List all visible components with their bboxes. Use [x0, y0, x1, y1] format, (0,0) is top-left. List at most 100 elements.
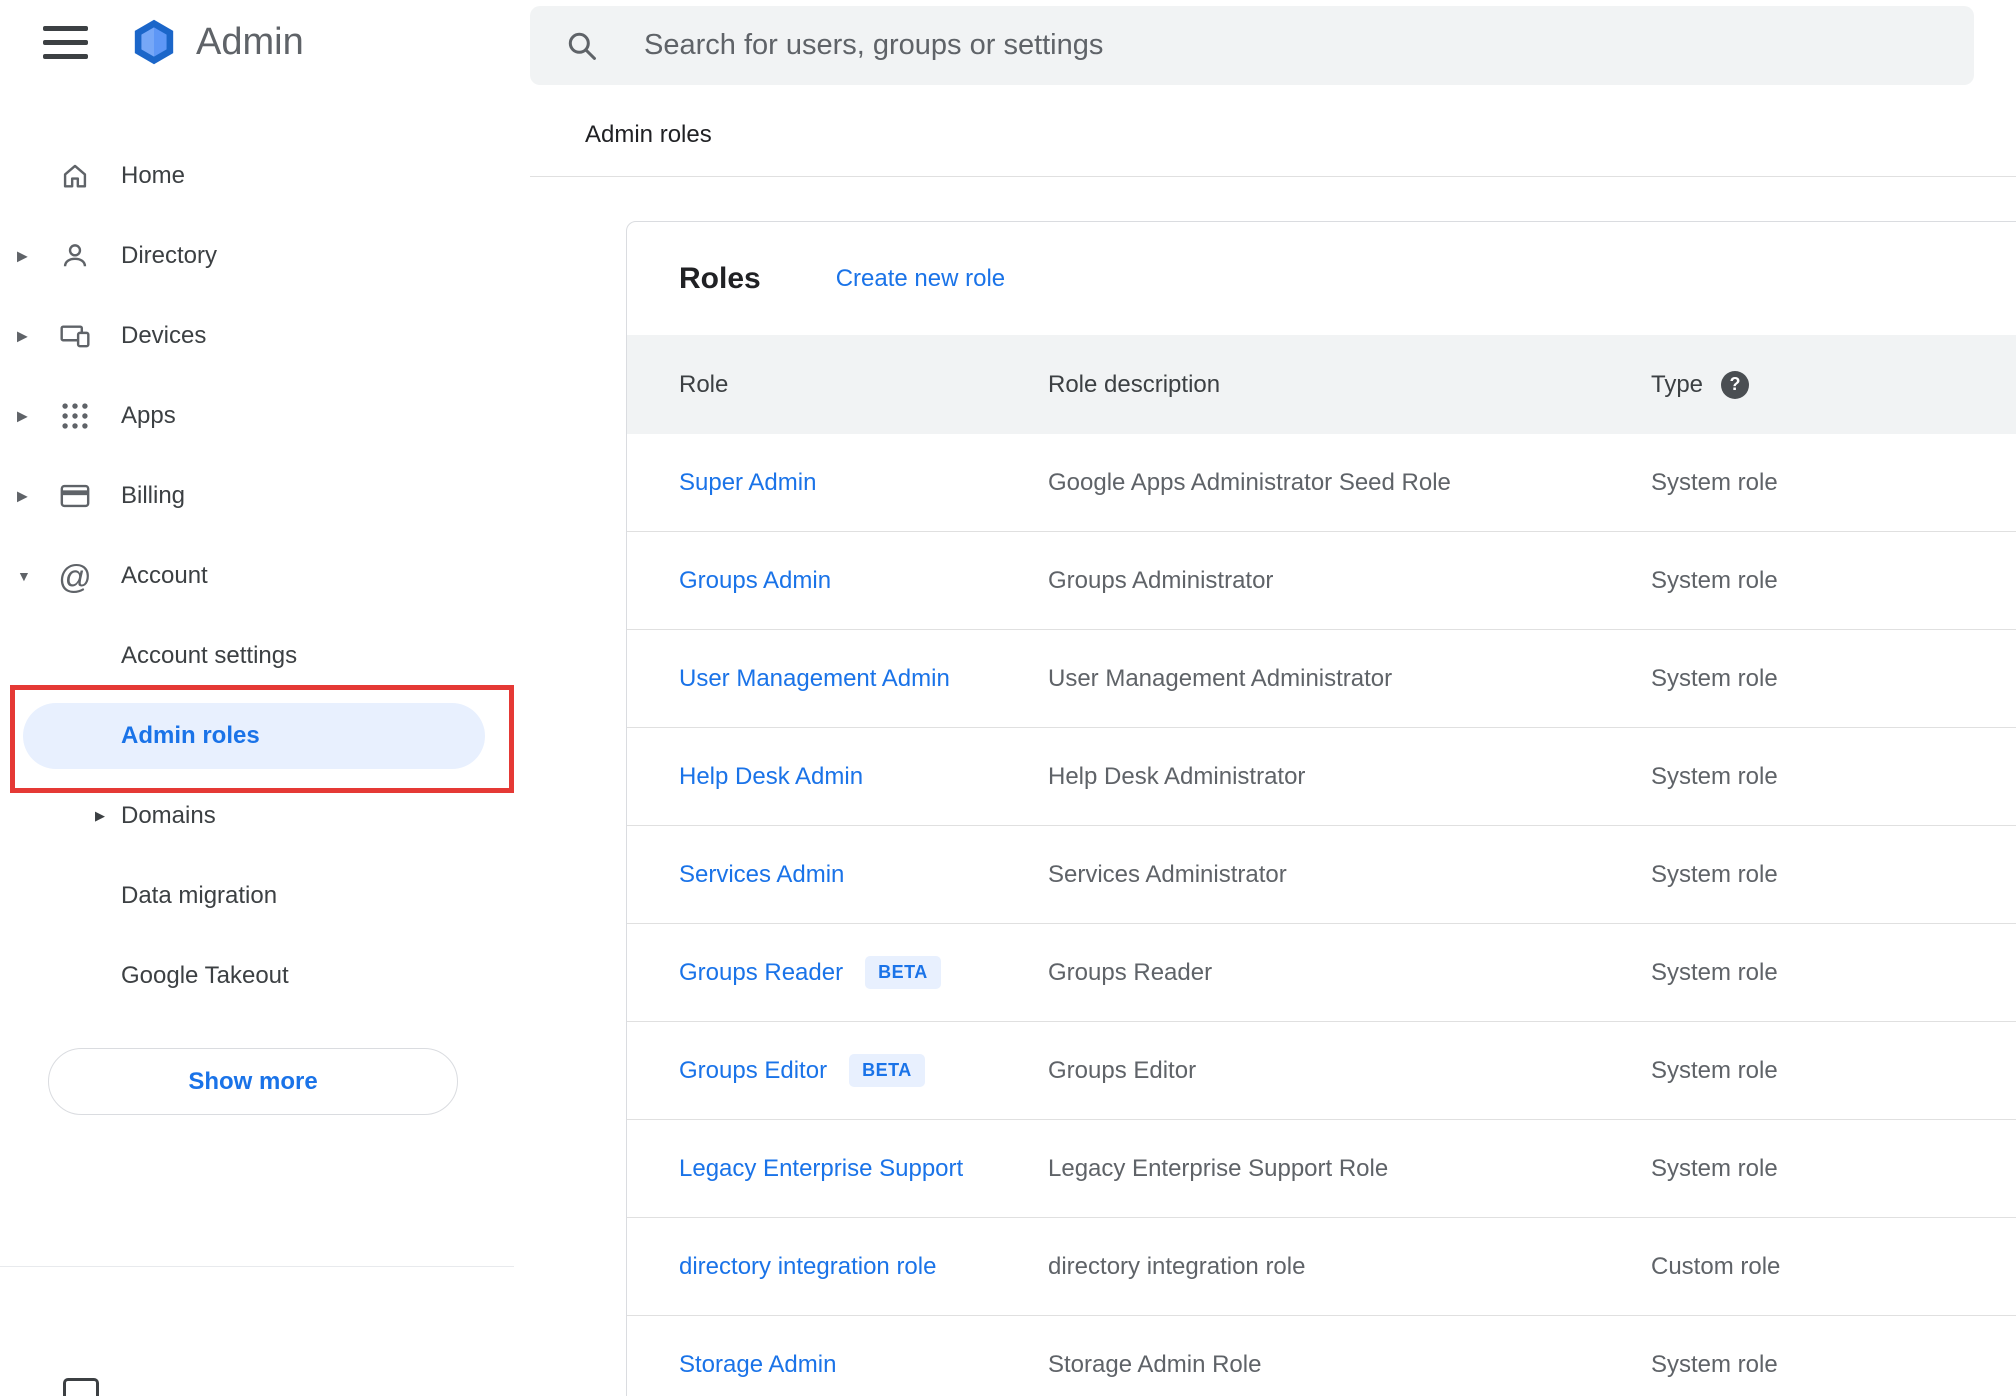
- chevron-right-icon[interactable]: ▶: [17, 408, 28, 425]
- sidebar-item-label: Google Takeout: [121, 962, 289, 989]
- sidebar-item-home[interactable]: Home: [0, 136, 514, 216]
- card-title: Roles: [679, 261, 761, 295]
- chevron-right-icon[interactable]: ▶: [95, 808, 105, 824]
- menu-icon[interactable]: [43, 25, 88, 59]
- role-description: Groups Editor: [1048, 1056, 1197, 1084]
- sidebar-item-account-settings[interactable]: Account settings: [0, 616, 514, 696]
- search-input[interactable]: [642, 28, 1974, 63]
- role-cell: User Management Admin: [679, 665, 1048, 693]
- at-icon: @: [58, 557, 92, 595]
- create-new-role-link[interactable]: Create new role: [836, 265, 1005, 293]
- role-link[interactable]: Help Desk Admin: [679, 763, 863, 791]
- role-type: System role: [1651, 958, 1778, 986]
- sidebar-item-apps[interactable]: ▶ Apps: [0, 376, 514, 456]
- sidebar-item-domains[interactable]: ▶ Domains: [0, 776, 514, 856]
- main-content: Admin roles Roles Create new role Role R…: [514, 0, 2016, 1396]
- chevron-right-icon[interactable]: ▶: [17, 328, 28, 345]
- sidebar-item-directory[interactable]: ▶ Directory: [0, 216, 514, 296]
- show-more-button[interactable]: Show more: [48, 1048, 458, 1115]
- table-header: Role Role description Type ?: [627, 335, 2016, 434]
- sidebar-item-label: Data migration: [121, 882, 278, 909]
- sidebar-nav: Home ▶ Directory ▶ Devices ▶ Apps ▶ Bill…: [0, 136, 514, 1016]
- role-type: System role: [1651, 664, 1778, 692]
- role-cell: Services Admin: [679, 861, 1048, 889]
- sidebar-item-account[interactable]: ▼ @ Account: [0, 536, 514, 616]
- role-description: Services Administrator: [1048, 860, 1287, 888]
- breadcrumb: Admin roles: [585, 121, 712, 148]
- role-description: Groups Reader: [1048, 958, 1213, 986]
- column-header-type: Type ?: [1651, 370, 2016, 399]
- role-cell: directory integration role: [679, 1253, 1048, 1281]
- sidebar-item-label: Account settings: [121, 642, 298, 669]
- page: Admin Home ▶ Directory ▶ Devices ▶ Apps …: [0, 0, 2016, 1396]
- role-link[interactable]: User Management Admin: [679, 665, 950, 693]
- card-header: Roles Create new role: [627, 222, 2016, 335]
- role-link[interactable]: Storage Admin: [679, 1351, 836, 1379]
- sidebar-header: Admin: [0, 0, 304, 84]
- search-bar[interactable]: [530, 6, 1974, 85]
- sidebar-item-label: Domains: [121, 802, 216, 829]
- role-link[interactable]: Groups Admin: [679, 567, 831, 595]
- role-description: Storage Admin Role: [1048, 1350, 1262, 1378]
- bottom-partial-icon[interactable]: [63, 1378, 99, 1396]
- app-title: Admin: [196, 20, 304, 63]
- role-cell: Help Desk Admin: [679, 763, 1048, 791]
- role-description: User Management Administrator: [1048, 664, 1393, 692]
- sidebar-item-devices[interactable]: ▶ Devices: [0, 296, 514, 376]
- search-icon: [564, 28, 600, 64]
- table-row: Legacy Enterprise Support Legacy Enterpr…: [627, 1120, 2016, 1218]
- table-row: Super Admin Google Apps Administrator Se…: [627, 434, 2016, 532]
- apps-grid-icon: [56, 397, 94, 435]
- role-link[interactable]: Legacy Enterprise Support: [679, 1155, 963, 1183]
- role-cell: Storage Admin: [679, 1351, 1048, 1379]
- role-cell: Super Admin: [679, 469, 1048, 497]
- sidebar-item-data-migration[interactable]: Data migration: [0, 856, 514, 936]
- menu-bar: [43, 53, 88, 59]
- role-type: System role: [1651, 566, 1778, 594]
- sidebar-item-label: Home: [121, 162, 186, 189]
- table-row: directory integration role directory int…: [627, 1218, 2016, 1316]
- admin-logo-icon[interactable]: [128, 16, 180, 68]
- table-row: Services Admin Services Administrator Sy…: [627, 826, 2016, 924]
- sidebar-item-billing[interactable]: ▶ Billing: [0, 456, 514, 536]
- roles-table-body: Super Admin Google Apps Administrator Se…: [627, 434, 2016, 1396]
- role-type: System role: [1651, 1350, 1778, 1378]
- role-type: System role: [1651, 1154, 1778, 1182]
- table-row: User Management Admin User Management Ad…: [627, 630, 2016, 728]
- chevron-right-icon[interactable]: ▶: [17, 488, 28, 505]
- column-header-description: Role description: [1048, 370, 1221, 398]
- sidebar-item-label: Directory: [121, 242, 218, 269]
- sidebar-item-label: Billing: [121, 482, 186, 509]
- beta-badge: BETA: [865, 956, 941, 989]
- column-header-type-label: Type: [1651, 370, 1704, 398]
- role-cell: Groups Admin: [679, 567, 1048, 595]
- chevron-down-icon[interactable]: ▼: [17, 568, 31, 584]
- table-row: Help Desk Admin Help Desk Administrator …: [627, 728, 2016, 826]
- role-description: Help Desk Administrator: [1048, 762, 1306, 790]
- role-description: Legacy Enterprise Support Role: [1048, 1154, 1389, 1182]
- chevron-right-icon[interactable]: ▶: [17, 248, 28, 265]
- devices-icon: [56, 317, 94, 355]
- sidebar-item-google-takeout[interactable]: Google Takeout: [0, 936, 514, 1016]
- sidebar: Admin Home ▶ Directory ▶ Devices ▶ Apps …: [0, 0, 514, 1396]
- billing-card-icon: [56, 477, 94, 515]
- sidebar-item-label: Apps: [121, 402, 176, 429]
- sidebar-item-label: Devices: [121, 322, 207, 349]
- role-cell: Groups Reader BETA: [679, 956, 1048, 989]
- sidebar-item-label: Account: [121, 562, 208, 589]
- role-link[interactable]: Super Admin: [679, 469, 816, 497]
- menu-bar: [43, 39, 88, 45]
- role-link[interactable]: Groups Editor: [679, 1057, 827, 1085]
- role-type: System role: [1651, 762, 1778, 790]
- sidebar-item-admin-roles[interactable]: Admin roles: [0, 696, 514, 776]
- divider: [530, 176, 2016, 177]
- role-link[interactable]: directory integration role: [679, 1253, 936, 1281]
- role-type: System role: [1651, 860, 1778, 888]
- role-type: System role: [1651, 1056, 1778, 1084]
- role-link[interactable]: Services Admin: [679, 861, 844, 889]
- help-icon[interactable]: ?: [1721, 370, 1750, 399]
- role-link[interactable]: Groups Reader: [679, 959, 843, 987]
- role-description: directory integration role: [1048, 1252, 1306, 1280]
- table-row: Groups Admin Groups Administrator System…: [627, 532, 2016, 630]
- table-row: Groups Editor BETA Groups Editor System …: [627, 1022, 2016, 1120]
